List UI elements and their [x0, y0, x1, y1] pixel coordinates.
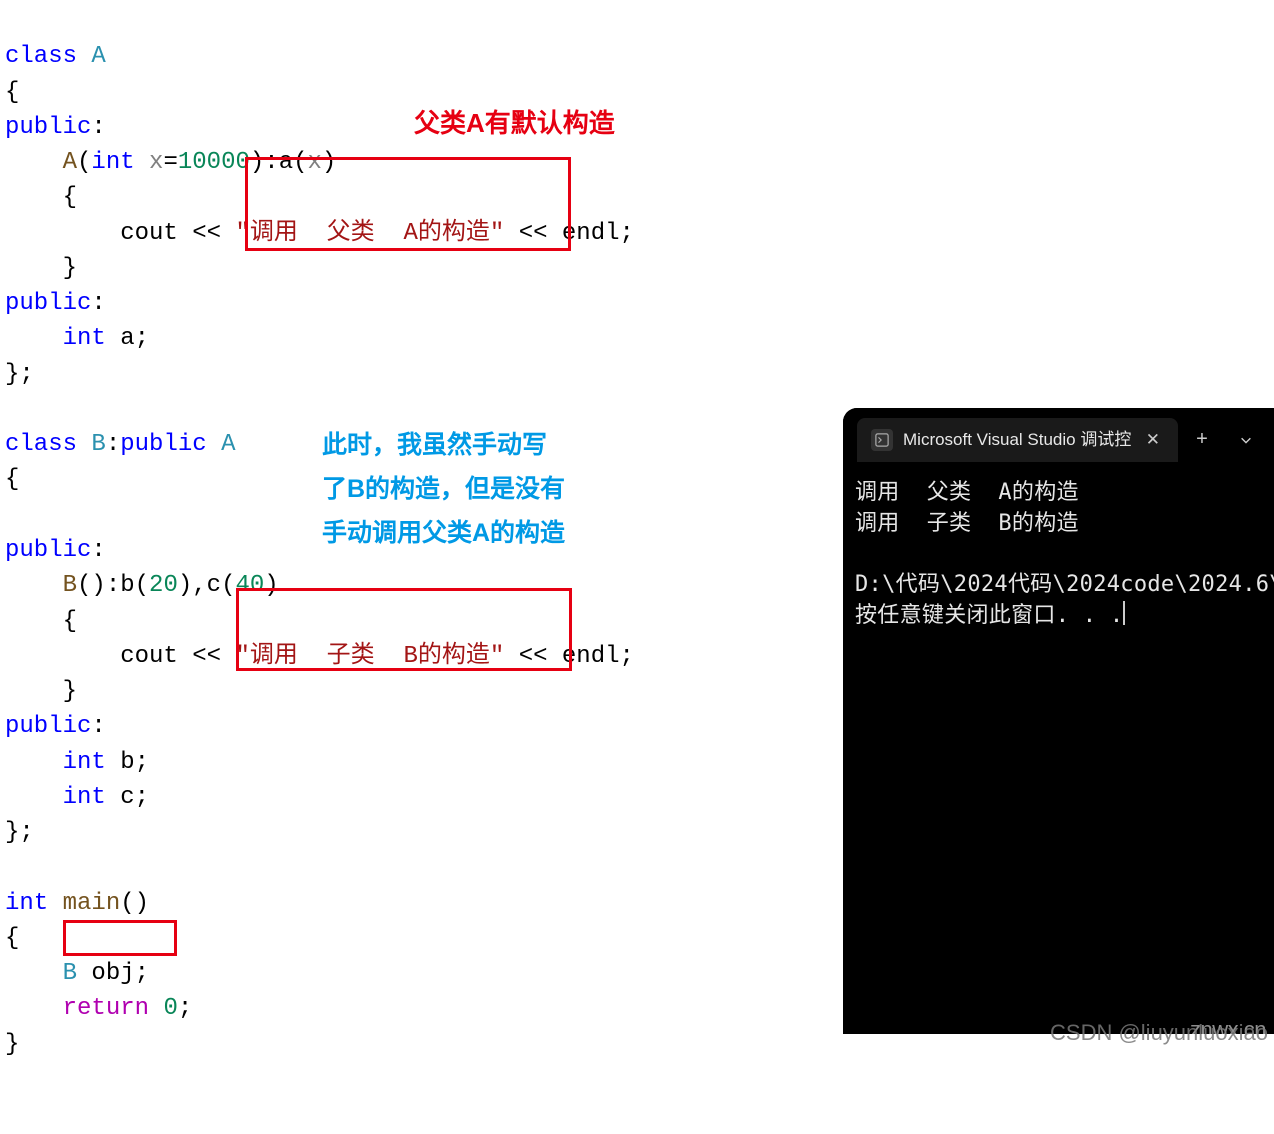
- output-line-2: 调用 子类 B的构造: [855, 511, 1079, 536]
- string-literal-b: "调用 子类 B的构造": [235, 643, 504, 670]
- output-path: D:\代码\2024代码\2024code\2024.6\: [855, 572, 1274, 597]
- keyword-class: class: [5, 43, 77, 70]
- watermark-csdn: CSDN @liuyunluoxiao: [1050, 1017, 1268, 1049]
- annotation-blue: 此时，我虽然手动写 了B的构造，但是没有 手动调用父类A的构造: [322, 424, 565, 555]
- terminal-output[interactable]: 调用 父类 A的构造 调用 子类 B的构造 D:\代码\2024代码\2024c…: [843, 462, 1274, 632]
- terminal-tab[interactable]: Microsoft Visual Studio 调试控 ✕: [857, 418, 1178, 462]
- classname-a: A: [91, 43, 105, 70]
- terminal-tab-title: Microsoft Visual Studio 调试控: [903, 428, 1132, 453]
- output-line-1: 调用 父类 A的构造: [855, 480, 1079, 505]
- annotation-red: 父类A有默认构造: [414, 104, 615, 142]
- string-literal-a: "调用 父类 A的构造": [235, 220, 504, 247]
- chevron-down-icon: [1239, 433, 1253, 447]
- constructor-a: A: [63, 149, 77, 176]
- terminal-icon: [871, 429, 893, 451]
- new-tab-button[interactable]: +: [1182, 420, 1222, 460]
- function-main: main: [63, 890, 121, 917]
- output-prompt: 按任意键关闭此窗口. . .: [855, 603, 1123, 628]
- cursor: [1123, 601, 1125, 625]
- terminal-tabbar: Microsoft Visual Studio 调试控 ✕ +: [843, 408, 1274, 462]
- close-icon[interactable]: ✕: [1142, 428, 1164, 453]
- classname-b: B: [91, 431, 105, 458]
- tab-dropdown-button[interactable]: [1226, 420, 1266, 460]
- terminal-window: Microsoft Visual Studio 调试控 ✕ + 调用 父类 A的…: [843, 408, 1274, 1034]
- constructor-b: B: [63, 572, 77, 599]
- keyword-public: public: [5, 114, 91, 141]
